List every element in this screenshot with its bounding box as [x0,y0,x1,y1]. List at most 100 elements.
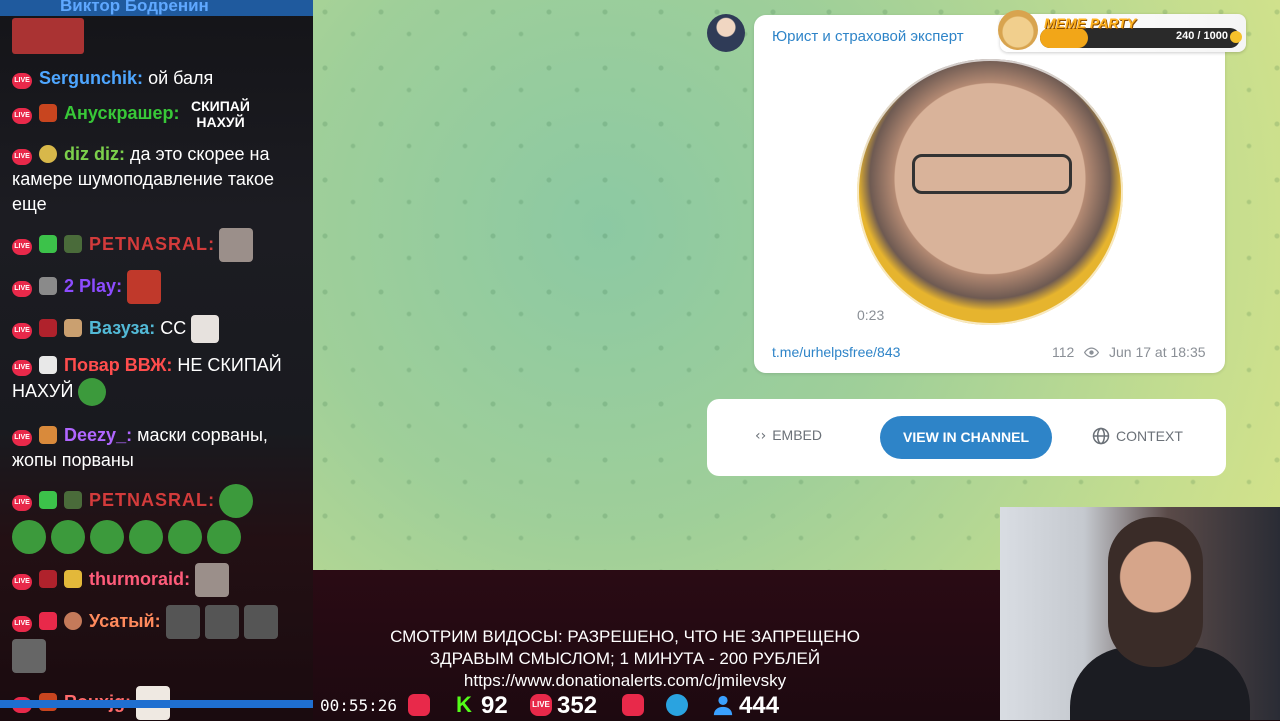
video-progress-ring [857,59,1123,325]
meme-party-title: MEME PARTY [1044,15,1137,31]
chat-text: СС [160,317,187,338]
post-date: Jun 17 at 18:35 [1109,344,1206,360]
channel-avatar[interactable] [707,14,745,52]
chat-emote [165,605,200,639]
chat-username: Анускрашер [64,103,174,123]
webcam-feed [1000,507,1280,720]
live-badge-icon: LIVE [12,494,32,511]
video-duration: 0:23 [857,307,885,323]
live-badge-icon: LIVE [12,108,32,124]
rules-url: https://www.donationalerts.com/c/jmilevs… [463,671,787,690]
chat-username: Sergunchik [39,68,138,88]
chat-emote [191,315,220,343]
badge-icon [39,145,58,163]
chat-username: Вазуза [89,317,150,338]
live-badge-icon: LIVE [12,573,32,590]
chat-text: ой баля [148,68,214,88]
live-badge-icon: LIVE [12,430,32,446]
telegram-icon [666,694,688,716]
chat-username: diz diz [64,144,120,164]
chat-username: PETNASRAL [89,489,209,510]
pepe-emote [12,520,46,554]
badge-icon [39,569,58,588]
live-badge-icon: LIVE [12,149,32,165]
live-badge-icon: LIVE [12,73,32,89]
view-count: 112 [1052,344,1075,360]
chat-message: LIVE Deezy_: маски сорваны, жопы порваны [12,425,268,470]
pepe-emote [90,520,125,554]
chat-username: thurmoraid [89,568,185,589]
youtube-icon [408,694,430,716]
code-icon: ‹› [755,428,767,444]
vk-count: 352 [557,692,598,719]
chat-emote [12,18,84,54]
pepe-emote [168,520,203,554]
streamer-head [1108,517,1203,667]
context-button[interactable]: CONTEXT [1092,427,1183,445]
rules-line: ЗДРАВЫМ СМЫСЛОМ; 1 МИНУТА - 200 РУБЛЕЙ [429,649,821,668]
kick-count: 92 [481,692,508,719]
chat-text: СКИПАЙ НАХУЙ [191,98,250,130]
badge-icon [64,490,83,509]
chat-emote [195,563,230,597]
chat-panel: Виктор Бодренин LIVE Sergunchik: ой баля… [0,0,313,720]
pepe-emote [207,520,242,554]
badge-icon [39,356,58,374]
chat-username: Deezy_ [64,425,127,445]
pepe-emote [129,520,164,554]
chat-message: LIVE diz diz: да это скорее на камере шу… [12,144,275,214]
chat-message: LIVE thurmoraid: [12,563,304,597]
doge-icon [998,10,1038,50]
chat-message: LIVE Вазуза: СС [12,315,304,343]
chat-message: LIVE Анускрашер: СКИПАЙ НАХУЙ [12,98,304,130]
meme-progress-fill [1040,28,1088,48]
rules-line: СМОТРИМ ВИДОСЫ: РАЗРЕШЕНО, ЧТО НЕ ЗАПРЕЩ… [390,627,860,646]
badge-icon [39,104,58,122]
post-link[interactable]: t.me/urhelpsfree/843 [772,344,900,360]
stream-uptime: 00:55:26 [320,696,398,715]
chat-message: LIVE 2 Play: [12,270,304,304]
live-badge-icon: LIVE [12,615,32,632]
globe-icon [1092,427,1110,445]
badge-icon [39,276,58,295]
chat-username: PETNASRAL [89,233,209,254]
chat-username: Усатый [89,610,155,631]
badge-icon [39,426,58,444]
stream-status-bar: 00:55:26 K 92 LIVE 352 444 [0,690,1000,720]
eye-icon [1084,347,1099,358]
meme-party-widget: MEME PARTY 240 / 1000 [998,10,1246,52]
badge-icon [39,490,58,509]
chat-message: LIVE Повар ВВЖ: НЕ СКИПАЙ НАХУЙ [12,353,304,406]
user-icon [712,694,734,716]
chat-emote [127,270,162,304]
chat-message: LIVE PETNASRAL: [12,228,304,262]
message-card: Юрист и страховой эксперт 0:23 t.me/urhe… [754,15,1225,373]
badge-icon [39,611,58,630]
coin-icon [1230,31,1242,43]
chat-top-username: Виктор Бодренин [60,0,209,15]
chat-message: LIVE Усатый: [12,605,304,673]
pepe-emote [78,378,107,406]
embed-label: EMBED [772,427,822,443]
chat-username: 2 Play [64,275,117,296]
chat-emote [219,228,254,262]
meme-party-count: 240 / 1000 [1176,30,1228,42]
badge-icon [39,318,58,337]
live-badge-icon: LIVE [12,360,32,376]
chat-emote [204,605,239,639]
badge-icon [64,234,83,253]
channel-name[interactable]: Юрист и страховой эксперт [772,28,964,45]
viewer-count: 444 [739,692,780,719]
chat-message: LIVE Sergunchik: ой баля [12,66,304,91]
kick-icon: K [456,692,472,717]
chat-emote [243,605,278,639]
chat-message: LIVE PETNASRAL: [12,484,304,554]
pepe-emote [219,484,254,518]
badge-icon [39,234,58,253]
live-badge-icon: LIVE [12,280,32,297]
embed-button[interactable]: ‹› EMBED [755,427,822,444]
telegram-embed-area: Юрист и страховой эксперт 0:23 t.me/urhe… [313,0,1280,570]
chat-emote [12,639,46,673]
view-in-channel-button[interactable]: VIEW IN CHANNEL [880,416,1052,459]
stream-progress-bar [0,700,313,708]
